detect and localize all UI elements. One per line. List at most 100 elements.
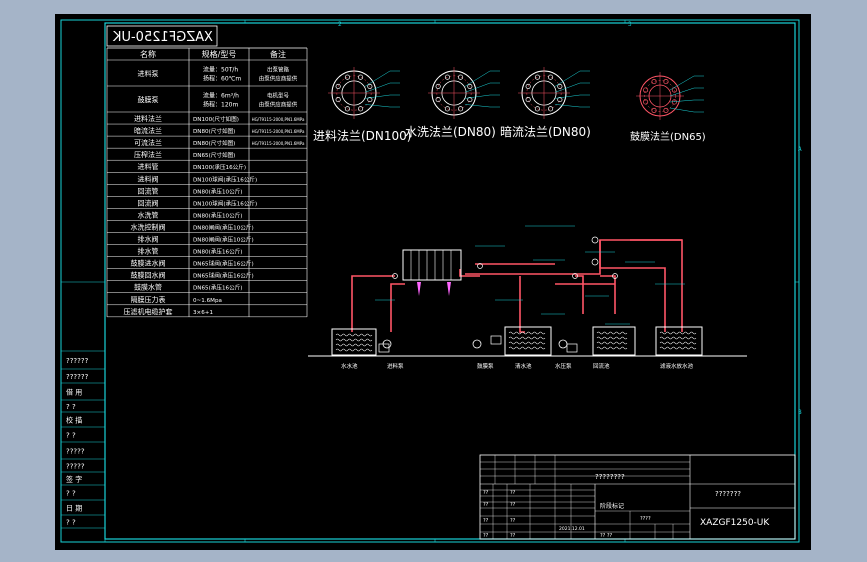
spec-header-2: 备注 xyxy=(270,49,286,59)
spec-row-spec: DN100球阀(承压16公斤) xyxy=(193,199,257,207)
title-small-3: ?? xyxy=(510,502,516,508)
flange-label-0: 进料法兰(DN100) xyxy=(313,129,412,143)
title-small-6: ?? xyxy=(483,533,489,539)
press-discharge-funnels xyxy=(417,282,451,296)
title-sheet-0: ???? xyxy=(640,516,651,522)
flange-label-2: 暗流法兰(DN80) xyxy=(500,124,591,139)
spec-row-name: 压滤机电缆护套 xyxy=(124,307,173,316)
spec-row-spec: DN80(尺寸如图) xyxy=(193,139,235,147)
side-strip-cell-8: 签 字 xyxy=(66,475,82,484)
flange-label-3: 鼓膜法兰(DN65) xyxy=(630,130,706,143)
spec-row-spec: DN65球阀(承压16公斤) xyxy=(193,260,254,268)
spec-row-spec: 流量：6m³/h xyxy=(203,92,239,100)
spec-row-name: 鼓膜水管 xyxy=(134,283,162,292)
tank-label-0: 水水池 xyxy=(341,362,358,370)
side-strip-cell-11: ? ? xyxy=(66,519,76,527)
spec-row-name: 排水阀 xyxy=(138,235,159,244)
spec-row-spec: DN100球阀(承压16公斤) xyxy=(193,175,257,183)
drawing-canvas: A B 2 3 XAZGF1250-UK 名称 规格/型号 备注进料泵 流量：50T/… xyxy=(60,19,802,543)
title-sheet-1: ?? ?? xyxy=(600,533,613,539)
border-number-2: 2 xyxy=(338,21,342,28)
tank-3 xyxy=(655,326,703,356)
spec-row-name: 回流管 xyxy=(138,186,159,195)
spec-row-spec: DN65(尺寸如图) xyxy=(193,151,235,159)
spec-row-spec: DN100(尺寸如图) xyxy=(193,115,239,123)
filter-press xyxy=(402,249,462,281)
spec-row-note: 由泵供应商提供 xyxy=(259,101,298,109)
process-diagram: 水水池 进料泵 鼓膜泵 清水池 水压泵 回流池 滤液水放水池 xyxy=(308,225,747,370)
spec-row-name: 进料法兰 xyxy=(134,114,162,123)
spec-row-spec: 扬程：60℃m xyxy=(203,75,241,83)
side-strip-cell-10: 日 期 xyxy=(66,505,82,513)
flange-label-1: 水洗法兰(DN80) xyxy=(405,125,496,139)
title-date: 2021.12.01 xyxy=(559,526,585,532)
spec-row-note: HG/T9115-2000,PN1.6MPa xyxy=(252,141,305,146)
title-small-5: ?? xyxy=(510,518,516,524)
flange-3 xyxy=(636,72,704,120)
outer-frame xyxy=(60,19,800,543)
title-small-0: ?? xyxy=(483,490,489,496)
title-cell-right: ??????? xyxy=(715,490,741,498)
pipe-network xyxy=(351,239,683,333)
spec-row-name: 鼓膜回水阀 xyxy=(131,271,166,280)
spec-row-spec: DN80(承压10公斤) xyxy=(193,211,242,219)
spec-row-spec: DN80(承压10公斤) xyxy=(193,187,242,195)
spec-header-0: 名称 xyxy=(140,49,156,59)
spec-row-name: 回流阀 xyxy=(138,198,159,207)
spec-header-1: 规格/型号 xyxy=(202,49,237,59)
spec-row-spec: DN80(尺寸如图) xyxy=(193,127,235,135)
title-small-2: ?? xyxy=(483,502,489,508)
spec-row-note: HG/T9115-2000,PN1.6MPa xyxy=(252,129,305,134)
flange-1 xyxy=(428,67,500,119)
side-strip-cell-3: ? ? xyxy=(66,403,76,411)
side-strip-cell-1: ?????? xyxy=(66,373,89,381)
tank-label-4: 水压泵 xyxy=(555,362,572,370)
spec-row-name: 进料阀 xyxy=(138,174,159,183)
spec-row-note: 电机型号 xyxy=(267,92,290,100)
spec-row-note: 出泵管路 xyxy=(267,66,290,74)
tank-label-2: 鼓膜泵 xyxy=(477,362,494,370)
side-strip-cell-5: ? ? xyxy=(66,432,76,440)
spec-row-name: 可流法兰 xyxy=(134,138,162,147)
spec-row-spec: 0~1.6Mpa xyxy=(193,298,222,304)
spec-table: 名称 规格/型号 备注进料泵 流量：50T/h扬程：60℃m出泵管路由泵供应商提供鼓膜… xyxy=(106,47,308,318)
spec-row-name: 水洗管 xyxy=(138,210,159,219)
title-small-1: ?? xyxy=(510,490,516,496)
spec-row-spec: DN65(承压16公斤) xyxy=(193,284,242,292)
border-letter-b: B xyxy=(798,409,802,416)
tank-1 xyxy=(504,326,552,356)
flange-2 xyxy=(518,67,590,119)
side-strip-cell-0: ?????? xyxy=(66,357,89,365)
side-strip-cell-7: ????? xyxy=(66,463,85,471)
side-strip-cell-9: ? ? xyxy=(66,490,76,498)
spec-row-name: 暗流法兰 xyxy=(134,126,162,135)
title-small-7: ?? xyxy=(510,533,516,539)
flange-0 xyxy=(328,67,400,119)
spec-row-spec: DN80闸阀(承压10公斤) xyxy=(193,223,254,231)
border-number-3: 3 xyxy=(628,21,632,28)
title-small-4: ?? xyxy=(483,518,489,524)
tank-0 xyxy=(331,328,377,356)
filter-plates xyxy=(410,250,452,280)
drawing-stamp-mirrored: XAZGF1250-UK xyxy=(112,30,213,45)
spec-row-spec: DN80(承压16公斤) xyxy=(193,248,242,256)
side-strip-cell-4: 校 描 xyxy=(66,416,82,425)
tank-label-1: 进料泵 xyxy=(387,362,404,370)
spec-row-spec: DN100(承压16公斤) xyxy=(193,163,246,171)
title-material-label: 阶段标记 xyxy=(600,502,624,510)
spec-row-spec: 流量：50T/h xyxy=(203,66,238,74)
pump-icon xyxy=(558,339,568,349)
flange-drawings: 进料法兰(DN100)水洗法兰(DN80) 暗流法兰(DN80) 鼓膜法兰(DN65… xyxy=(313,67,706,143)
title-cell-top: ???????? xyxy=(595,473,625,481)
spec-row-name: 鼓膜泵 xyxy=(138,95,159,104)
spec-row-note: HG/T9115-2000,PN1.6MPa xyxy=(252,117,305,122)
spec-row-name: 进料泵 xyxy=(138,69,159,78)
tank-label-3: 清水池 xyxy=(515,362,532,370)
spec-row-name: 排水管 xyxy=(138,247,159,256)
title-block: ???????? ??????? XAZGF1250-UK 阶段标记 2021.… xyxy=(479,454,796,540)
valve-markers xyxy=(378,236,618,353)
side-strip-cell-2: 借 用 xyxy=(66,388,82,397)
spec-row-name: 进料管 xyxy=(138,162,159,171)
tank-2 xyxy=(592,326,636,356)
side-strip: ???????????? 借 用 ? ? 校 描 ? ??????????? 签 字 ? ?… xyxy=(60,350,106,542)
